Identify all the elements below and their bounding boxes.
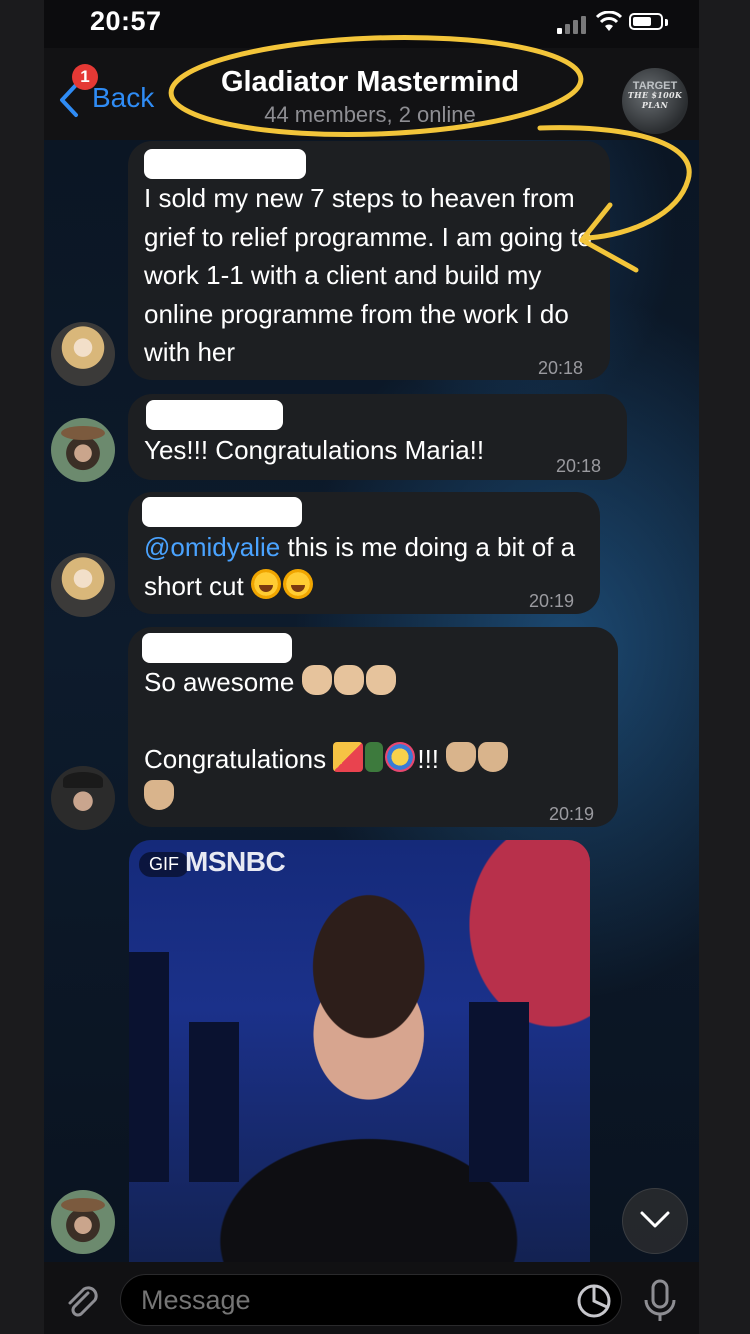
- redacted-sender-name: [146, 400, 283, 430]
- party-popper-emoji-icon: [333, 741, 364, 772]
- message-bubble[interactable]: @omidyalie this is me doing a bit of a s…: [128, 492, 600, 614]
- user-mention-link[interactable]: @omidyalie: [144, 532, 280, 562]
- battery-icon: [629, 13, 663, 30]
- message-text: @omidyalie this is me doing a bit of a s…: [144, 528, 589, 605]
- message-time: 20:19: [529, 591, 575, 611]
- clapping-hands-emoji-icon: [333, 665, 364, 695]
- chevron-down-icon: [640, 1211, 670, 1228]
- back-label: Back: [92, 82, 155, 113]
- right-margin: [699, 0, 750, 1334]
- message-line-1-text: So awesome: [144, 667, 295, 697]
- raising-hands-emoji-icon: [144, 780, 174, 810]
- laughing-emoji-icon: [282, 568, 313, 599]
- message-line-2-text: Congratulations: [144, 743, 327, 774]
- microphone-icon[interactable]: [642, 1278, 678, 1324]
- message-bubble[interactable]: I sold my new 7 steps to heaven from gri…: [128, 141, 610, 380]
- chat-subtitle: 44 members, 2 online: [264, 102, 476, 127]
- status-icons: [555, 8, 675, 38]
- message-text: Yes!!! Congratulations Maria!!: [144, 435, 485, 465]
- scroll-to-bottom-button[interactable]: [622, 1188, 688, 1254]
- message-input[interactable]: [120, 1274, 622, 1326]
- message-time: 20:18: [538, 358, 584, 378]
- clapping-hands-emoji-icon: [301, 665, 332, 695]
- redacted-sender-name: [144, 149, 306, 179]
- city-skyline: [129, 952, 169, 1182]
- laughing-emoji-icon: [250, 568, 281, 599]
- paperclip-icon[interactable]: [62, 1283, 102, 1323]
- confetti-ball-emoji-icon: [385, 741, 416, 772]
- message-line-1: So awesome: [144, 663, 609, 702]
- champagne-emoji-icon: [365, 741, 384, 772]
- city-skyline: [469, 1002, 529, 1182]
- message-bubble[interactable]: Yes!!! Congratulations Maria!! 20:18: [128, 394, 627, 480]
- wifi-icon: [595, 11, 623, 31]
- gif-network-logo: MSNBC: [185, 846, 286, 877]
- avatar[interactable]: [51, 322, 115, 386]
- message-line-3: [144, 778, 609, 817]
- gif-message[interactable]: GIF MSNBC: [129, 840, 590, 1262]
- avatar[interactable]: [51, 418, 115, 482]
- left-margin: [0, 0, 44, 1334]
- avatar[interactable]: [51, 1190, 115, 1254]
- status-time: 20:57: [90, 6, 162, 36]
- exclamation-text: !!!: [417, 743, 440, 774]
- message-time: 20:19: [549, 804, 595, 824]
- gif-badge: GIF: [139, 852, 189, 877]
- avatar[interactable]: [51, 553, 115, 617]
- avatar[interactable]: [51, 766, 115, 830]
- raising-hands-emoji-icon: [446, 741, 477, 772]
- group-avatar-text: THE $100K PLAN: [627, 90, 683, 110]
- city-skyline: [189, 1022, 239, 1182]
- raising-hands-emoji-icon: [478, 741, 509, 772]
- group-avatar[interactable]: TARGET THE $100K PLAN: [622, 68, 688, 134]
- message-time: 20:18: [556, 456, 602, 476]
- clapping-hands-emoji-icon: [365, 665, 396, 695]
- message-bubble[interactable]: So awesome Congratulations !!! 20:19: [128, 627, 618, 827]
- unread-badge: 1: [72, 64, 98, 90]
- sticker-icon[interactable]: [576, 1283, 612, 1319]
- message-line-2: Congratulations !!!: [144, 740, 609, 779]
- redacted-sender-name: [142, 633, 292, 663]
- redacted-sender-name: [142, 497, 302, 527]
- message-text: So awesome Congratulations !!!: [144, 663, 609, 817]
- battery-nub: [665, 19, 668, 26]
- message-text: I sold my new 7 steps to heaven from gri…: [144, 183, 592, 367]
- chat-title[interactable]: Gladiator Mastermind: [170, 66, 570, 99]
